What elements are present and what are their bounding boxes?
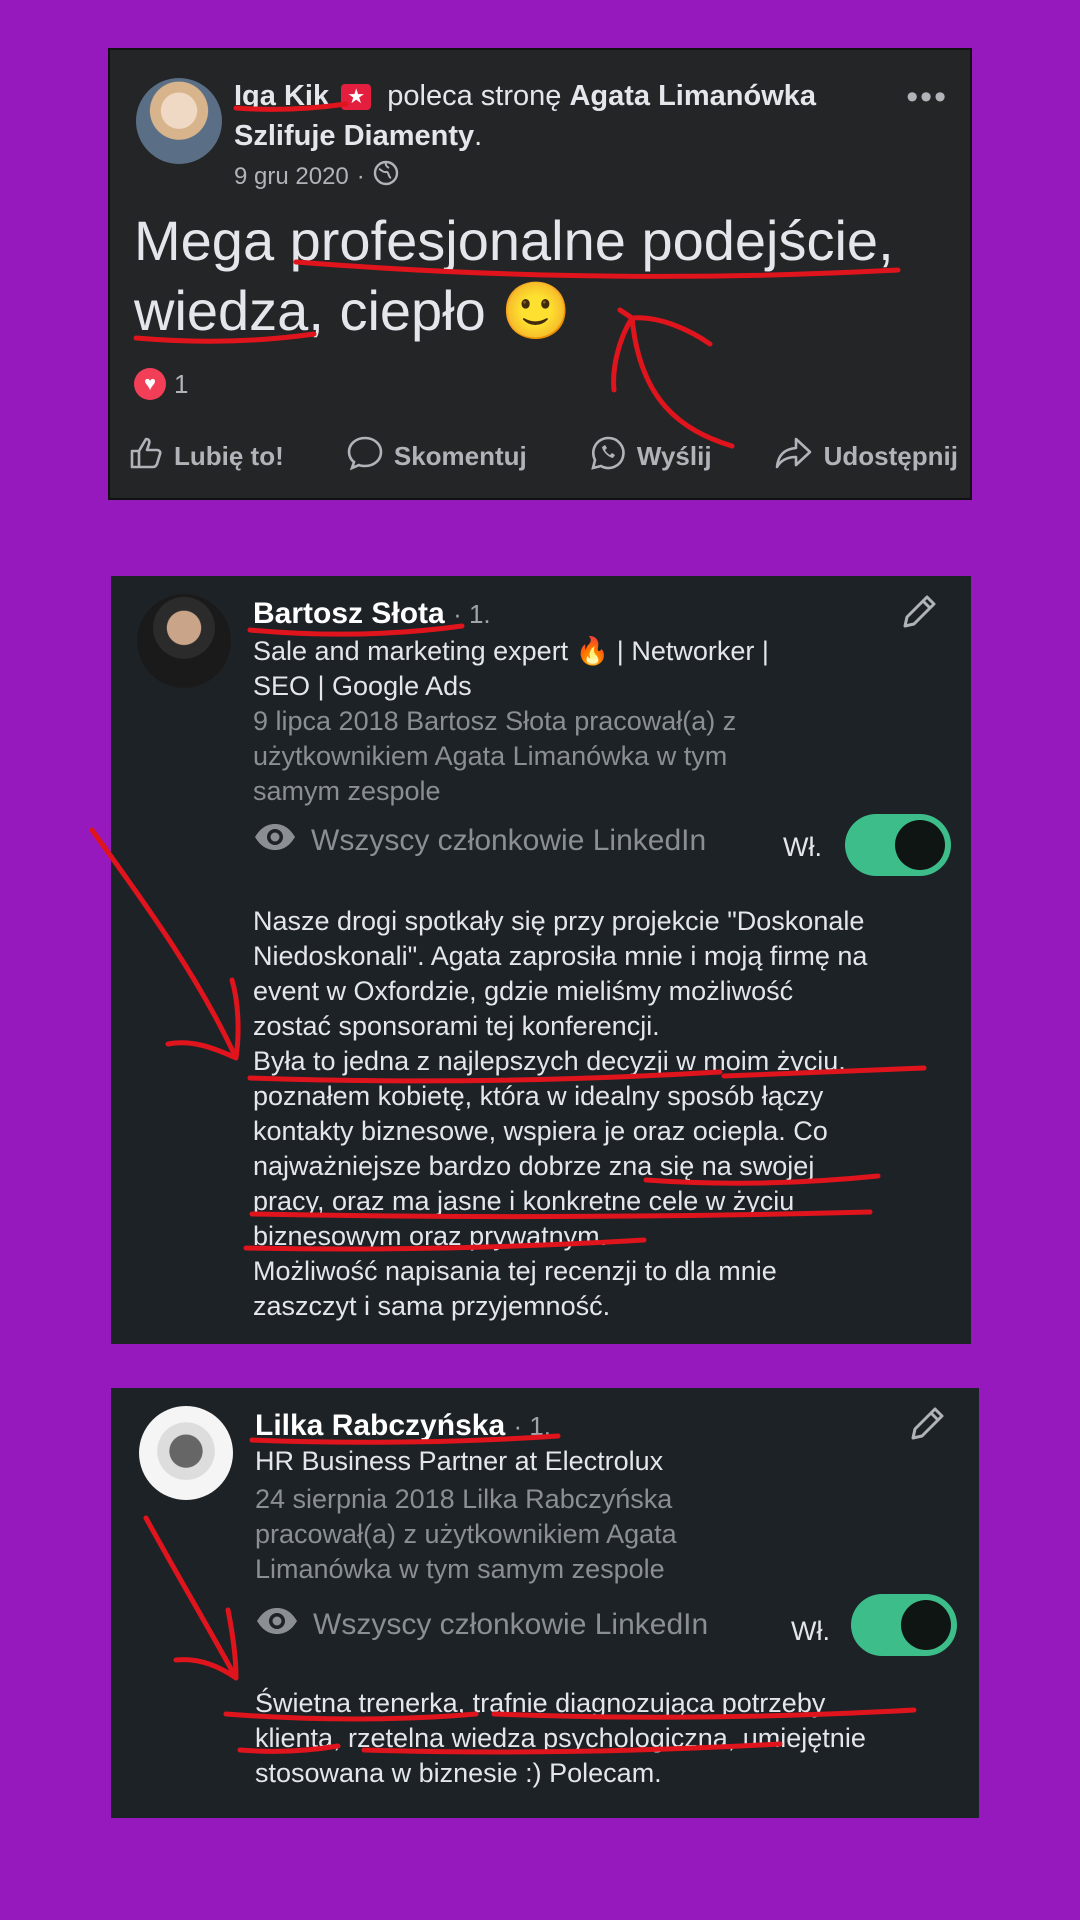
share-button[interactable]: Udostępnij bbox=[774, 434, 958, 479]
reactions-summary[interactable]: ♥ 1 bbox=[134, 368, 188, 400]
recommender-name[interactable]: Lilka Rabczyńska bbox=[255, 1409, 505, 1442]
post-meta: 9 gru 2020 · bbox=[234, 160, 399, 193]
page-name-end: . bbox=[474, 120, 483, 152]
avatar[interactable] bbox=[137, 594, 231, 688]
reaction-count: 1 bbox=[174, 368, 189, 399]
connection-degree: · 1. bbox=[513, 1411, 552, 1441]
headline: HR Business Partner at Electrolux bbox=[255, 1446, 664, 1476]
eye-icon bbox=[255, 1606, 299, 1644]
eye-icon bbox=[253, 822, 297, 860]
visibility-label: Wszyscy członkowie LinkedIn bbox=[313, 1608, 709, 1641]
send-button[interactable]: Wyślij bbox=[589, 434, 712, 479]
headline: Sale and marketing expert 🔥 | Networker … bbox=[253, 636, 769, 701]
visibility-toggle[interactable] bbox=[851, 1594, 957, 1656]
author-name[interactable]: Iga Kik bbox=[234, 80, 329, 112]
pencil-icon[interactable] bbox=[907, 1404, 947, 1444]
visibility-setting: Wszyscy członkowie LinkedIn bbox=[253, 822, 706, 860]
name-row: Bartosz Słota · 1. bbox=[253, 594, 491, 634]
like-label: Lubię to! bbox=[174, 441, 284, 471]
linkedin-recommendation-card: Lilka Rabczyńska · 1. HR Business Partne… bbox=[111, 1388, 979, 1818]
visibility-label: Wszyscy członkowie LinkedIn bbox=[311, 824, 707, 857]
thumbs-up-icon bbox=[128, 435, 164, 478]
post-header: Iga Kik ★ poleca stronę Agata Limanówka … bbox=[234, 76, 874, 156]
connection-degree: · 1. bbox=[453, 599, 491, 629]
recommendation-meta: 24 sierpnia 2018 Lilka Rabczyńska pracow… bbox=[255, 1484, 677, 1584]
share-arrow-icon bbox=[774, 435, 814, 478]
toggle-knob bbox=[901, 1600, 951, 1650]
recommendation-text: Nasze drogi spotkały się przy projekcie … bbox=[253, 906, 868, 1321]
linkedin-recommendation-card: Bartosz Słota · 1. Sale and marketing ex… bbox=[111, 576, 971, 1344]
visibility-setting: Wszyscy członkowie LinkedIn bbox=[255, 1606, 708, 1644]
toggle-label: Wł. bbox=[783, 832, 822, 862]
whatsapp-icon bbox=[589, 434, 627, 479]
recommendation-text: Świetna trenerka, trafnie diagnozująca p… bbox=[255, 1688, 866, 1788]
facebook-recommendation-card: Iga Kik ★ poleca stronę Agata Limanówka … bbox=[108, 48, 972, 500]
comment-button[interactable]: Skomentuj bbox=[346, 434, 527, 479]
toggle-label: Wł. bbox=[791, 1616, 830, 1646]
meta-separator: · bbox=[356, 162, 365, 190]
post-actions: Lubię to! Skomentuj Wyślij Udostępnij bbox=[128, 434, 958, 479]
like-button[interactable]: Lubię to! bbox=[128, 434, 284, 479]
toggle-knob bbox=[895, 820, 945, 870]
visibility-toggle[interactable] bbox=[845, 814, 951, 876]
post-date[interactable]: 9 gru 2020 bbox=[234, 163, 349, 191]
more-options-icon[interactable]: ••• bbox=[906, 78, 948, 117]
globe-icon bbox=[373, 160, 399, 193]
recommendation-meta: 9 lipca 2018 Bartosz Słota pracował(a) z… bbox=[253, 706, 737, 806]
name-row: Lilka Rabczyńska · 1. bbox=[255, 1406, 551, 1446]
share-label: Udostępnij bbox=[823, 441, 958, 471]
star-badge-icon: ★ bbox=[341, 84, 372, 110]
pencil-icon[interactable] bbox=[899, 592, 939, 632]
recommends-text: poleca stronę bbox=[387, 80, 562, 112]
send-label: Wyślij bbox=[636, 441, 712, 471]
avatar[interactable] bbox=[139, 1406, 233, 1500]
recommender-name[interactable]: Bartosz Słota bbox=[253, 597, 445, 630]
post-text: Mega profesjonalne podejście, wiedza, ci… bbox=[134, 209, 894, 342]
heart-icon: ♥ bbox=[134, 368, 166, 400]
comment-label: Skomentuj bbox=[393, 441, 527, 471]
comment-icon bbox=[346, 435, 384, 478]
avatar[interactable] bbox=[136, 78, 222, 164]
